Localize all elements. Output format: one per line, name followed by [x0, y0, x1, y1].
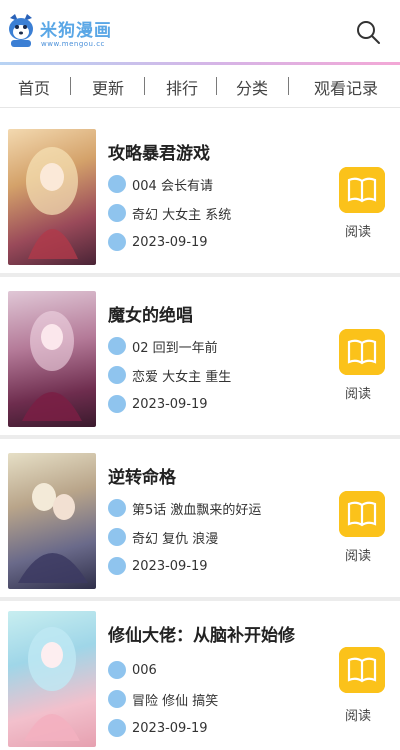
latest-chapter: 004 会长有请: [132, 178, 213, 194]
comic-item[interactable]: 魔女的绝唱 02 回到一年前 恋爱 大女主 重生 2023-09-19 阅读: [0, 291, 400, 451]
comic-item[interactable]: 攻略暴君游戏 004 会长有请 奇幻 大女主 系统 2023-09-19 阅读: [0, 129, 400, 289]
latest-chapter-row: 006: [108, 660, 157, 680]
tag-icon: [108, 528, 126, 546]
comic-item[interactable]: 逆转命格 第5话 激血飘来的好运 奇幻 复仇 浪漫 2023-09-19 阅读: [0, 453, 400, 613]
comic-tags: 奇幻 大女主 系统: [132, 207, 232, 223]
comic-title[interactable]: 攻略暴君游戏: [108, 139, 210, 164]
nav-separator: [216, 77, 217, 95]
read-book-icon[interactable]: [339, 491, 385, 537]
dog-logo-icon: [9, 14, 33, 47]
user-icon: [108, 175, 126, 193]
date-row: 2023-09-19: [108, 232, 208, 252]
clock-icon: [108, 233, 126, 251]
tag-icon: [108, 204, 126, 222]
latest-chapter: 006: [132, 662, 157, 678]
tags-row: 恋爱 大女主 重生: [108, 365, 231, 385]
comic-tags: 恋爱 大女主 重生: [132, 369, 232, 385]
comic-title[interactable]: 逆转命格: [108, 463, 176, 488]
update-date: 2023-09-19: [132, 558, 208, 574]
user-icon: [108, 499, 126, 517]
update-date: 2023-09-19: [132, 396, 208, 412]
read-label[interactable]: 阅读: [345, 221, 371, 240]
nav-separator: [70, 77, 71, 95]
top-nav: 首页 更新 排行 分类 观看记录: [0, 62, 400, 108]
tag-icon: [108, 690, 126, 708]
nav-ranking[interactable]: 排行: [166, 75, 198, 99]
app-header: 米狗漫画 www.mengou.cc: [0, 0, 400, 62]
nav-home[interactable]: 首页: [18, 75, 50, 99]
logo-url: www.mengou.cc: [41, 40, 105, 48]
app-logo[interactable]: 米狗漫画 www.mengou.cc: [6, 12, 116, 52]
cover-art-image: [22, 311, 82, 421]
logo-title: 米狗漫画: [40, 21, 112, 41]
search-icon[interactable]: [354, 18, 382, 46]
tags-row: 奇幻 复仇 浪漫: [108, 527, 218, 547]
divider: [0, 273, 400, 277]
nav-categories[interactable]: 分类: [236, 75, 268, 99]
clock-icon: [108, 557, 126, 575]
latest-chapter: 第5话 激血飘来的好运: [132, 502, 262, 518]
date-row: 2023-09-19: [108, 394, 208, 414]
cover-art-image: [24, 627, 80, 741]
comic-cover[interactable]: [8, 453, 96, 589]
update-date: 2023-09-19: [132, 720, 208, 736]
divider: [0, 435, 400, 439]
tags-row: 冒险 修仙 搞笑: [108, 689, 218, 709]
nav-history[interactable]: 观看记录: [314, 75, 378, 99]
nav-separator: [288, 77, 289, 95]
comic-title[interactable]: 魔女的绝唱: [108, 301, 193, 326]
read-label[interactable]: 阅读: [345, 545, 371, 564]
comic-cover[interactable]: [8, 291, 96, 427]
tags-row: 奇幻 大女主 系统: [108, 203, 231, 223]
latest-chapter-row: 第5话 激血飘来的好运: [108, 498, 261, 518]
comic-title[interactable]: 修仙大佬：从脑补开始修: [108, 621, 295, 646]
read-book-icon[interactable]: [339, 647, 385, 693]
read-book-icon[interactable]: [339, 167, 385, 213]
tag-icon: [108, 366, 126, 384]
cover-art-image: [26, 147, 78, 259]
divider: [0, 597, 400, 601]
comic-cover[interactable]: [8, 129, 96, 265]
clock-icon: [108, 719, 126, 737]
update-date: 2023-09-19: [132, 234, 208, 250]
read-label[interactable]: 阅读: [345, 383, 371, 402]
user-icon: [108, 337, 126, 355]
latest-chapter-row: 02 回到一年前: [108, 336, 218, 356]
nav-gradient-bar: [0, 62, 400, 65]
user-icon: [108, 661, 126, 679]
latest-chapter-row: 004 会长有请: [108, 174, 213, 194]
comic-item[interactable]: 修仙大佬：从脑补开始修 006 冒险 修仙 搞笑 2023-09-19 阅读: [0, 611, 400, 750]
read-book-icon[interactable]: [339, 329, 385, 375]
comic-tags: 奇幻 复仇 浪漫: [132, 531, 219, 547]
comic-tags: 冒险 修仙 搞笑: [132, 693, 219, 709]
comic-cover[interactable]: [8, 611, 96, 747]
nav-separator: [144, 77, 145, 95]
clock-icon: [108, 395, 126, 413]
date-row: 2023-09-19: [108, 556, 208, 576]
nav-updates[interactable]: 更新: [92, 75, 124, 99]
date-row: 2023-09-19: [108, 718, 208, 738]
cover-art-image: [18, 483, 88, 583]
read-label[interactable]: 阅读: [345, 705, 371, 724]
latest-chapter: 02 回到一年前: [132, 340, 218, 356]
